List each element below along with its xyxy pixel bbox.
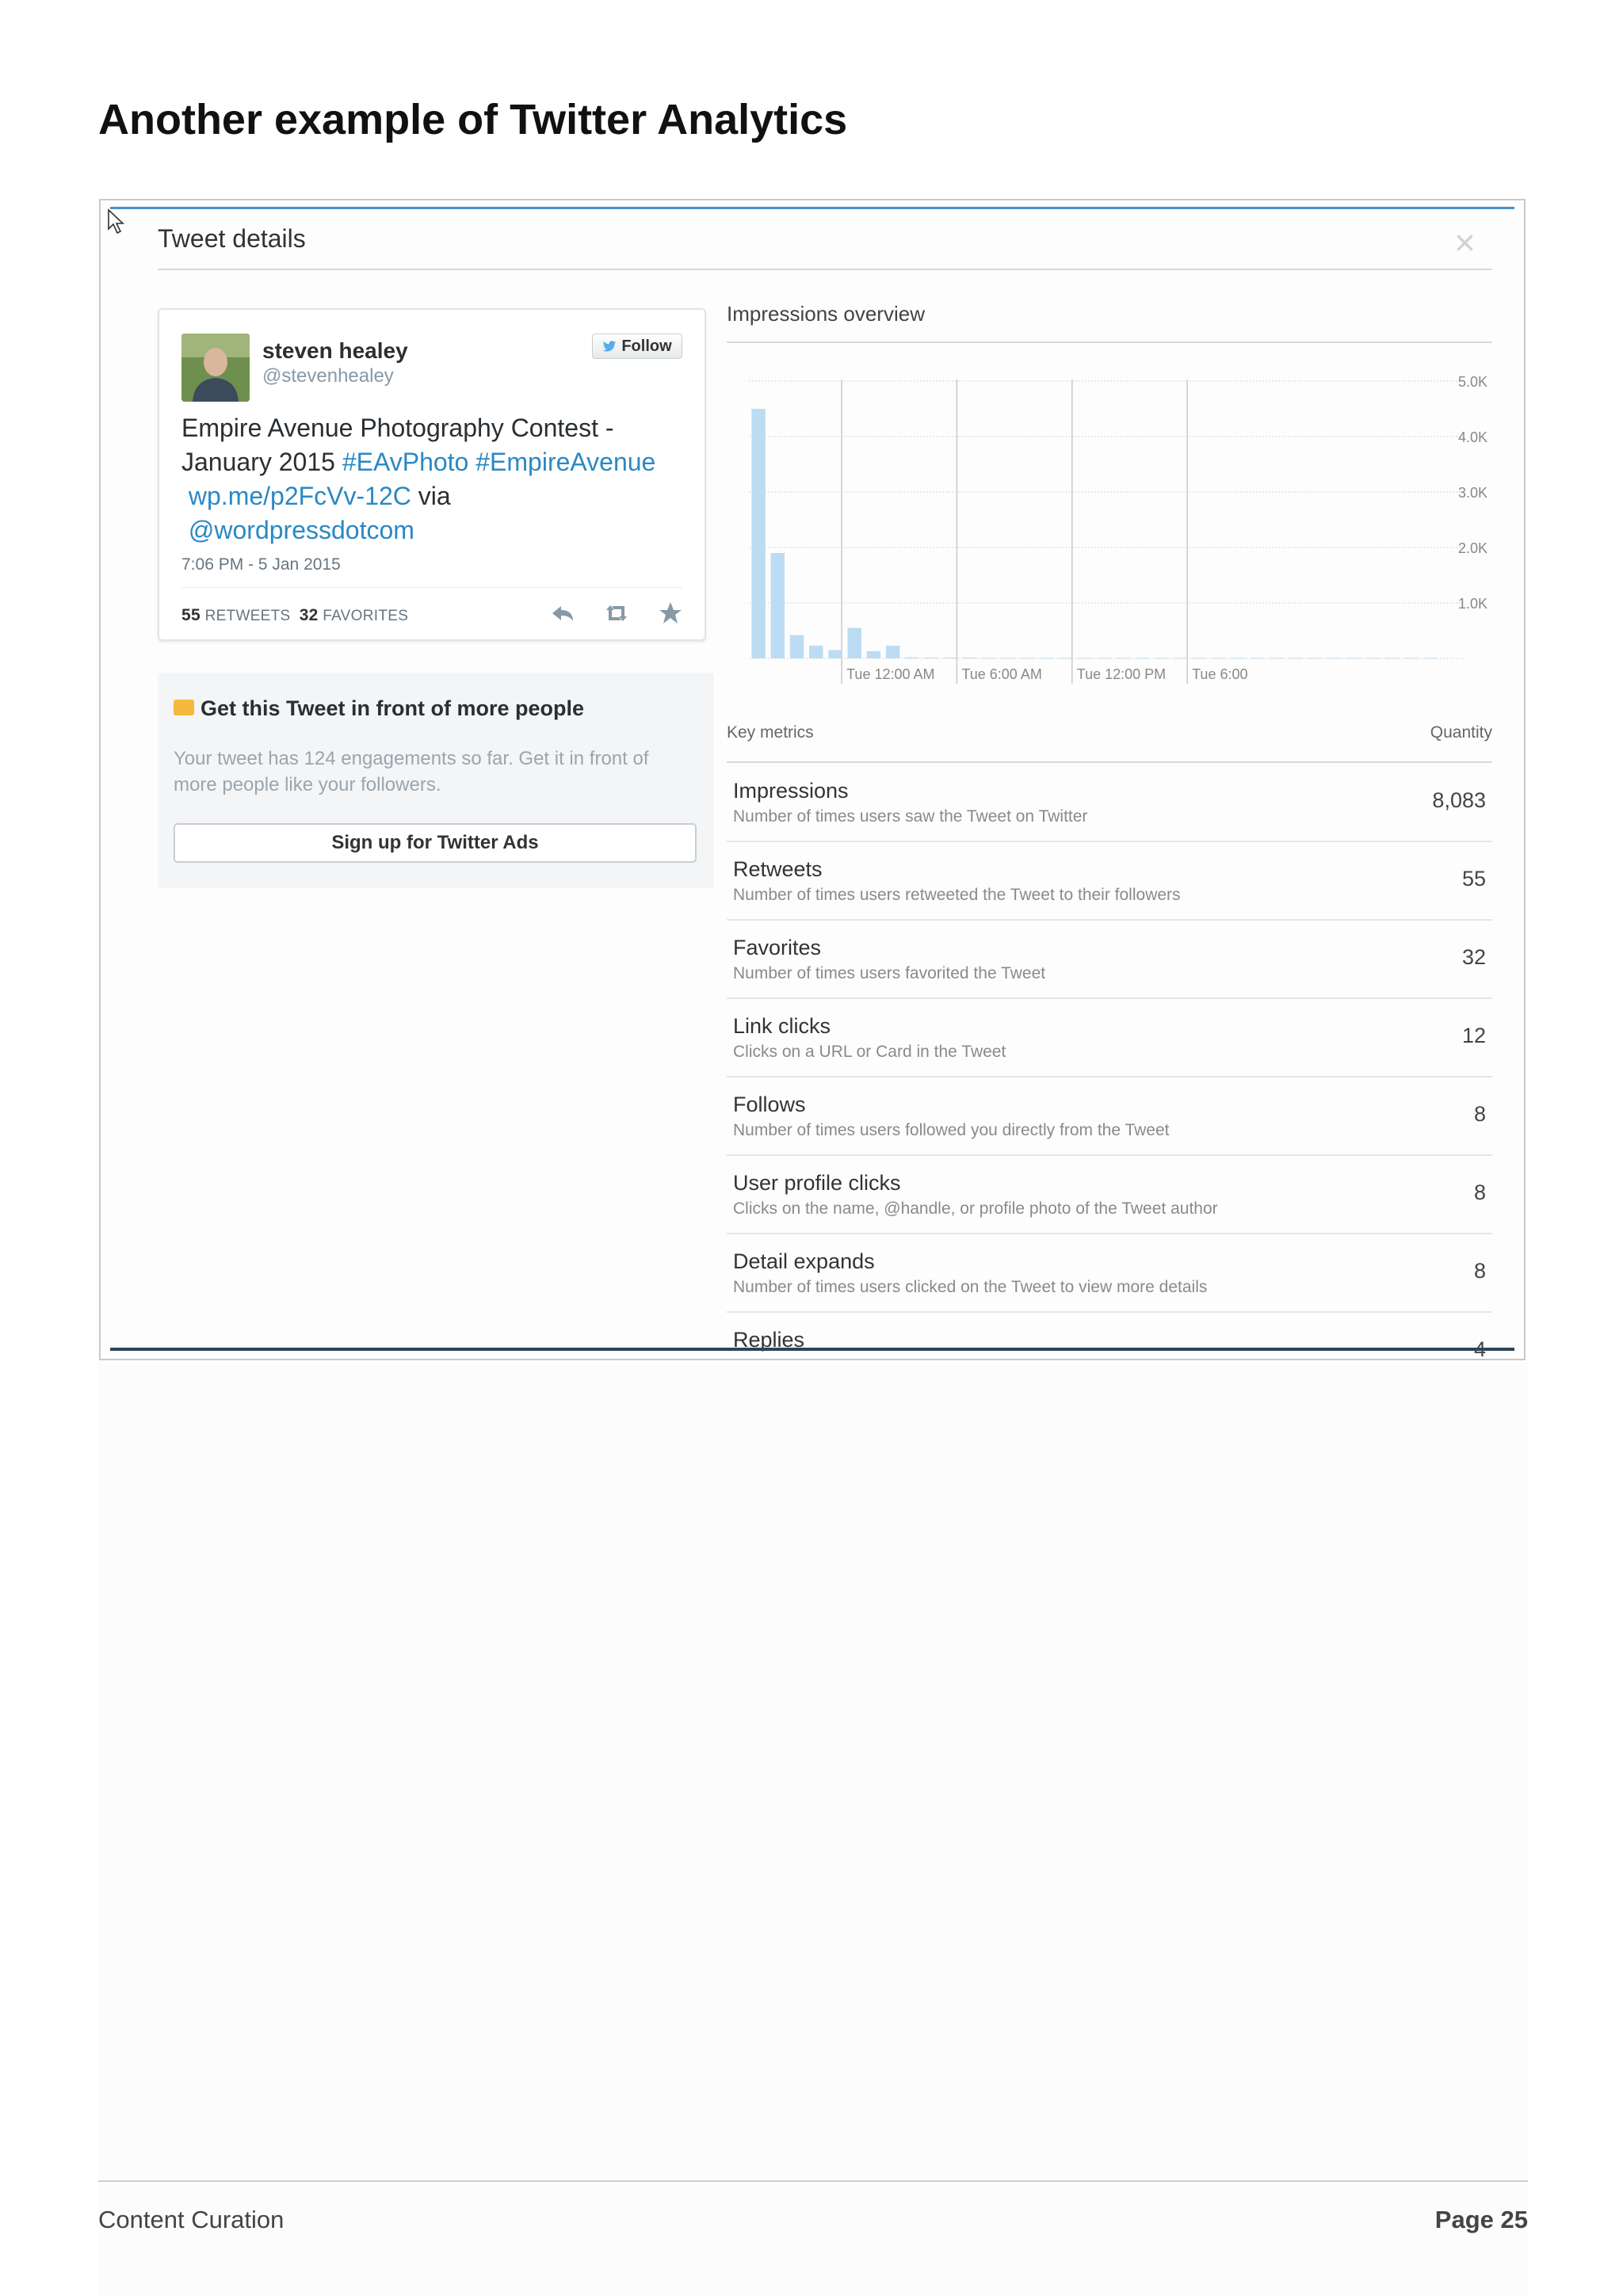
key-metrics-header: Key metrics [727, 723, 814, 742]
metric-quantity: 8 [1473, 1102, 1486, 1126]
quantity-header: Quantity [1430, 723, 1492, 742]
metric-description: Clicks on the name, @handle, or profile … [733, 1199, 1218, 1218]
twitter-bird-icon [603, 340, 617, 352]
promote-tweet-panel: Get this Tweet in front of more people Y… [158, 673, 714, 888]
page-background [98, 1363, 1528, 2296]
metric-row: User profile clicks Clicks on the name, @… [727, 1155, 1492, 1234]
metric-quantity: 12 [1461, 1024, 1486, 1047]
tweet-card: steven healey @stevenhealey Follow Empir… [158, 308, 706, 641]
tweet-author-handle[interactable]: @stevenhealey [262, 365, 394, 387]
promo-text: Your tweet has 124 engagements so far. G… [174, 748, 649, 795]
tweet-text: Empire Avenue Photography Contest - Janu… [181, 411, 689, 547]
metric-row: Detail expands Number of times users clic… [727, 1234, 1492, 1313]
retweet-label: RETWEETS [204, 608, 291, 624]
chart-bar [847, 627, 861, 658]
retweet-icon[interactable] [603, 600, 630, 627]
signup-twitter-ads-button[interactable]: Sign up for Twitter Ads [174, 823, 697, 863]
favorite-count: 32 [299, 606, 319, 624]
metric-row: Follows Number of times users followed yo… [727, 1077, 1492, 1156]
y-tick-label: 3.0K [1458, 485, 1487, 501]
metric-description: Clicks on a URL or Card in the Tweet [733, 1043, 1006, 1061]
tweet-text-line2: January 2015 [181, 448, 342, 476]
top-accent-line [110, 207, 1514, 209]
bottom-line [110, 1348, 1514, 1351]
metric-row: Replies4 [727, 1312, 1492, 1359]
metric-quantity: 8 [1473, 1180, 1486, 1204]
tweet-divider [181, 587, 682, 588]
chart-bar [751, 409, 766, 658]
metric-name: Link clicks [733, 1014, 831, 1038]
metric-row: Link clicks Clicks on a URL or Card in th… [727, 998, 1492, 1077]
impressions-title: Impressions overview [727, 302, 925, 326]
tweet-author-name[interactable]: steven healey [262, 338, 408, 364]
y-tick-label: 2.0K [1458, 540, 1487, 556]
metric-description: Number of times users clicked on the Twe… [733, 1278, 1208, 1296]
mention-link[interactable]: @wordpressdotcom [189, 516, 414, 544]
x-tick-label: Tue 12:00 PM [1077, 666, 1166, 682]
favorite-icon[interactable] [657, 600, 684, 627]
footer-title: Content Curation [98, 2206, 285, 2233]
favorite-label: FAVORITES [323, 608, 409, 624]
metric-quantity: 55 [1461, 867, 1486, 891]
chart-bar [885, 645, 900, 658]
document-title: Another example of Twitter Analytics [98, 96, 848, 143]
mouse-cursor-icon [108, 208, 125, 235]
retweet-count: 55 [181, 606, 200, 624]
page-number: Page 25 [1434, 2206, 1528, 2233]
metric-name: Favorites [733, 936, 822, 959]
metric-quantity: 8 [1473, 1259, 1486, 1283]
chart-bar [809, 645, 823, 658]
promo-title: Get this Tweet in front of more people [200, 696, 585, 720]
follow-button[interactable]: Follow [592, 334, 682, 359]
impressions-chart: 5.0K 4.0K 3.0K 2.0K 1.0K Tue 12:00 AM Tue 6:00… [749, 374, 1487, 684]
metric-description: Number of times users saw the Tweet on T… [733, 807, 1088, 826]
footer-divider [98, 2180, 1528, 2182]
metric-description: Number of times users retweeted the Twee… [733, 886, 1181, 904]
screenshot-frame: Tweet details × steven healey @stevenhea… [99, 199, 1526, 1360]
y-tick-label: 4.0K [1458, 429, 1487, 445]
metric-description: Number of times users favorited the Twee… [733, 964, 1046, 982]
tweet-actions [549, 600, 684, 627]
metric-description: Number of times users followed you direc… [733, 1121, 1170, 1139]
y-tick-label: 1.0K [1458, 596, 1487, 612]
tweet-text-line1: Empire Avenue Photography Contest - [181, 414, 614, 442]
modal-title: Tweet details [158, 224, 306, 253]
metric-quantity: 8,083 [1432, 788, 1486, 812]
modal-divider [158, 269, 1492, 270]
tweet-stats: 55 RETWEETS 32 FAVORITES [181, 606, 408, 625]
url-link[interactable]: wp.me/p2FcVv-12C [189, 482, 411, 510]
x-tick-label: Tue 6:00 [1192, 666, 1247, 682]
metric-quantity: 32 [1461, 945, 1486, 969]
promote-icon [174, 700, 194, 715]
follow-label: Follow [621, 337, 672, 355]
hashtag-link[interactable]: #EmpireAvenue [475, 448, 655, 476]
y-tick-label: 5.0K [1458, 374, 1487, 390]
close-icon[interactable]: × [1454, 224, 1476, 261]
metric-name: User profile clicks [733, 1171, 901, 1195]
metric-name: Follows [733, 1093, 806, 1116]
metric-name: Detail expands [733, 1249, 875, 1273]
metric-row: Impressions Number of times users saw the… [727, 763, 1492, 842]
metric-name: Impressions [733, 779, 849, 803]
x-tick-label: Tue 12:00 AM [846, 666, 934, 682]
reply-icon[interactable] [549, 600, 576, 627]
chart-bar [828, 650, 842, 658]
x-tick-label: Tue 6:00 AM [961, 666, 1041, 682]
metric-row: Retweets Number of times users retweeted … [727, 841, 1492, 921]
chart-bar [770, 553, 785, 658]
impressions-divider [727, 341, 1492, 343]
tweet-timestamp[interactable]: 7:06 PM - 5 Jan 2015 [181, 555, 341, 574]
avatar[interactable] [181, 334, 250, 402]
chart-bar [789, 635, 804, 658]
hashtag-link[interactable]: #EAvPhoto [342, 448, 469, 476]
metric-row: Favorites Number of times users favorited… [727, 920, 1492, 999]
metric-name: Retweets [733, 857, 823, 881]
chart-bar [866, 650, 881, 658]
via-text: via [411, 482, 451, 510]
